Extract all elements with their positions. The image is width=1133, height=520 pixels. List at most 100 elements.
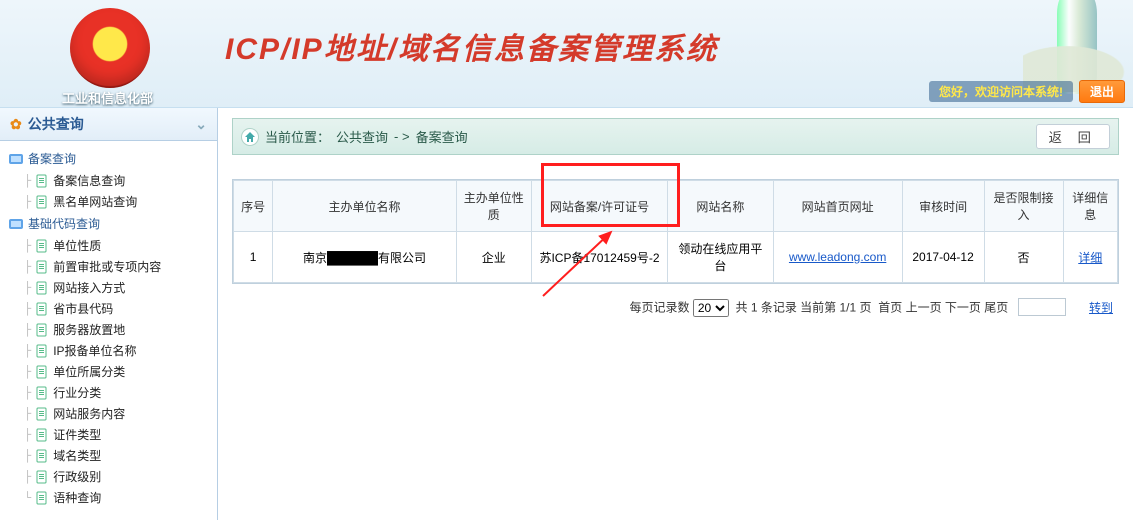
pager-goto-input[interactable]	[1018, 298, 1066, 316]
sidebar-item-label: 单位所属分类	[53, 363, 125, 380]
table-header-cell: 主办单位名称	[273, 181, 456, 232]
per-page-label: 每页记录数	[629, 301, 689, 315]
table-cell: 领动在线应用平台	[668, 232, 774, 283]
sidebar-header[interactable]: ✿ 公共查询 ⌄	[0, 108, 217, 141]
tree-line-icon: ├	[24, 281, 31, 295]
national-emblem-icon	[70, 8, 150, 88]
table-header-cell: 是否限制接入	[984, 181, 1063, 232]
sidebar-item[interactable]: ├ 服务器放置地	[4, 319, 213, 340]
sidebar-item[interactable]: ├前置审批或专项内容	[4, 256, 213, 277]
sidebar-item[interactable]: ├网站服务内容	[4, 403, 213, 424]
sidebar-item[interactable]: ├行政级别	[4, 466, 213, 487]
pager-first[interactable]: 首页	[878, 301, 902, 315]
document-icon	[35, 302, 49, 316]
tree-line-icon: ├	[24, 195, 31, 209]
breadcrumb-sep: - >	[394, 129, 410, 144]
sidebar-item[interactable]: ├单位性质	[4, 235, 213, 256]
table-cell[interactable]: 详细	[1063, 232, 1117, 283]
per-page-select[interactable]: 20	[693, 299, 729, 317]
document-icon	[35, 260, 49, 274]
breadcrumb: 当前位置： 公共查询 - > 备案查询 返 回	[232, 118, 1119, 155]
document-icon	[35, 344, 49, 358]
document-icon	[35, 323, 49, 337]
table-cell: 2017-04-12	[902, 232, 984, 283]
pager-prev[interactable]: 上一页	[906, 301, 942, 315]
tree-line-icon: ├	[24, 239, 31, 253]
table-cell: 苏ICP备17012459号-2	[531, 232, 667, 283]
sidebar-item-label: 行政级别	[53, 468, 101, 485]
tree-line-icon: ├	[24, 428, 31, 442]
breadcrumb-path[interactable]: 公共查询	[336, 127, 388, 146]
sidebar-item[interactable]: ├备案信息查询	[4, 170, 213, 191]
document-icon	[35, 365, 49, 379]
tree-line-icon: ├	[24, 323, 31, 337]
gear-icon: ✿	[10, 116, 22, 133]
sidebar-group[interactable]: 基础代码查询	[4, 212, 213, 235]
back-button[interactable]: 返 回	[1036, 124, 1110, 149]
sidebar-item-label: 证件类型	[53, 426, 101, 443]
sidebar-group[interactable]: 备案查询	[4, 147, 213, 170]
table-cell: 企业	[456, 232, 531, 283]
sidebar-item[interactable]: ├ 黑名单网站查询	[4, 191, 213, 212]
tree-line-icon: └	[24, 491, 31, 505]
table-cell[interactable]: www.leadong.com	[773, 232, 902, 283]
pager-next[interactable]: 下一页	[945, 301, 981, 315]
sidebar-item-label: 行业分类	[53, 384, 101, 401]
breadcrumb-current: 备案查询	[416, 127, 468, 146]
sidebar-item[interactable]: ├ 域名类型	[4, 445, 213, 466]
tree-line-icon: ├	[24, 302, 31, 316]
tree-line-icon: ├	[24, 407, 31, 421]
tree-line-icon: ├	[24, 365, 31, 379]
sidebar-item[interactable]: ├网站接入方式	[4, 277, 213, 298]
table-row: 1南京██████有限公司企业苏ICP备17012459号-2领动在线应用平台 w…	[234, 232, 1118, 283]
sidebar-item-label: 域名类型	[53, 447, 101, 464]
detail-link[interactable]: 详细	[1078, 251, 1102, 265]
document-icon	[35, 491, 49, 505]
document-icon	[35, 407, 49, 421]
document-icon	[35, 428, 49, 442]
table-cell: 1	[234, 232, 273, 283]
tree-line-icon: ├	[24, 260, 31, 274]
folder-icon	[8, 151, 24, 167]
table-header-cell: 序号	[234, 181, 273, 232]
site-url-link[interactable]: www.leadong.com	[789, 250, 886, 264]
pager-last[interactable]: 尾页	[984, 301, 1008, 315]
table-header-cell: 主办单位性质	[456, 181, 531, 232]
breadcrumb-label: 当前位置：	[265, 127, 330, 146]
sidebar-group-label: 备案查询	[28, 150, 76, 167]
sidebar-item[interactable]: ├行业分类	[4, 382, 213, 403]
table-header-cell: 网站备案/许可证号	[531, 181, 667, 232]
app-banner: 工业和信息化部 ICP/IP地址/域名信息备案管理系统 您好，欢迎访问本系统! …	[0, 0, 1133, 108]
content-area: 当前位置： 公共查询 - > 备案查询 返 回 序号主办单位名称主办单位性质网站…	[218, 108, 1133, 520]
tree-line-icon: ├	[24, 344, 31, 358]
sidebar-item-label: 黑名单网站查询	[53, 193, 137, 210]
sidebar-item[interactable]: └语种查询	[4, 487, 213, 508]
table-cell: 南京██████有限公司	[273, 232, 456, 283]
sidebar: ✿ 公共查询 ⌄ 备案查询├备案信息查询├黑名单网站查询基础代码查询├单位性质├…	[0, 108, 218, 520]
pager-goto-link[interactable]: 转到	[1089, 301, 1113, 315]
app-title: ICP/IP地址/域名信息备案管理系统	[225, 24, 718, 68]
tree-line-icon: ├	[24, 449, 31, 463]
sidebar-item-label: 服务器放置地	[53, 321, 125, 338]
home-icon[interactable]	[241, 128, 259, 146]
table-cell: 否	[984, 232, 1063, 283]
logout-button[interactable]: 退出	[1079, 80, 1125, 103]
document-icon	[35, 470, 49, 484]
sidebar-item[interactable]: ├ 证件类型	[4, 424, 213, 445]
document-icon	[35, 195, 49, 209]
department-name: 工业和信息化部	[62, 88, 153, 107]
sidebar-item[interactable]: ├省市县代码	[4, 298, 213, 319]
document-icon	[35, 449, 49, 463]
results-table: 序号主办单位名称主办单位性质网站备案/许可证号网站名称网站首页网址审核时间是否限…	[233, 180, 1118, 283]
document-icon	[35, 281, 49, 295]
sidebar-group-label: 基础代码查询	[28, 215, 100, 232]
table-header-cell: 网站名称	[668, 181, 774, 232]
chevron-down-icon: ⌄	[195, 116, 207, 133]
sidebar-item[interactable]: ├ 单位所属分类	[4, 361, 213, 382]
document-icon	[35, 386, 49, 400]
sidebar-item-label: 备案信息查询	[53, 172, 125, 189]
sidebar-tree: 备案查询├备案信息查询├黑名单网站查询基础代码查询├单位性质├前置审批或专项内容…	[0, 141, 217, 520]
table-header-cell: 审核时间	[902, 181, 984, 232]
results-table-wrap: 序号主办单位名称主办单位性质网站备案/许可证号网站名称网站首页网址审核时间是否限…	[232, 179, 1119, 284]
sidebar-item[interactable]: ├IP报备单位名称	[4, 340, 213, 361]
